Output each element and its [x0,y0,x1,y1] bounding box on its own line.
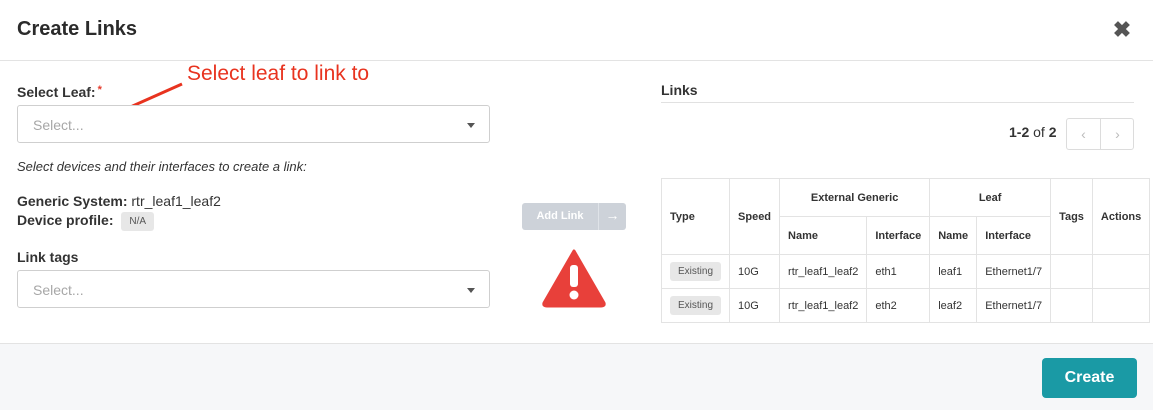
cell-leaf-name: leaf1 [929,254,978,289]
links-title: Links [661,82,698,98]
link-tags-label: Link tags [17,249,79,265]
cell-tags [1050,288,1093,323]
cell-ext-name: rtr_leaf1_leaf2 [779,254,868,289]
cell-ext-name: rtr_leaf1_leaf2 [779,288,868,323]
cell-speed: 10G [729,254,781,289]
table-row: Existing 10G rtr_leaf1_leaf2 eth1 leaf1 … [660,254,1151,289]
add-link-button[interactable]: Add Link → [522,203,626,230]
links-divider [661,102,1134,103]
col-actions: Actions [1091,178,1151,255]
add-link-label: Add Link [536,210,584,222]
col-type[interactable]: Type [660,178,731,255]
type-badge: Existing [670,296,722,315]
col-ext-interface[interactable]: Interface [866,216,931,255]
instructions-text: Select devices and their interfaces to c… [17,159,307,174]
col-tags: Tags [1050,178,1093,255]
col-leaf-name[interactable]: Name [929,216,978,255]
select-leaf-placeholder: Select... [33,117,84,133]
arrow-right-icon: → [605,207,620,223]
link-tags-dropdown[interactable]: Select... [17,270,490,308]
generic-system-value: rtr_leaf1_leaf2 [131,193,221,209]
generic-system-line: Generic System: rtr_leaf1_leaf2 [17,193,221,209]
select-leaf-label: Select Leaf: * [17,84,102,100]
col-ext-name[interactable]: Name [779,216,868,255]
device-profile-line: Device profile: N/A [17,212,155,231]
col-external-generic: External Generic [779,178,931,217]
cell-ext-interface: eth2 [866,288,931,323]
modal-footer: Create [0,343,1153,410]
required-mark: * [97,84,102,96]
cell-actions [1091,254,1151,289]
pagination-controls: ‹ › [1066,118,1134,150]
chevron-down-icon [467,123,475,128]
links-table: Type Speed External Generic Leaf Tags Ac… [660,178,1151,323]
cell-actions [1091,288,1151,323]
device-profile-badge: N/A [121,212,155,231]
cell-speed: 10G [729,288,781,323]
cell-leaf-name: leaf2 [929,288,978,323]
link-tags-placeholder: Select... [33,282,84,298]
create-button[interactable]: Create [1042,358,1137,398]
col-leaf-interface[interactable]: Interface [976,216,1052,255]
type-badge: Existing [670,262,722,281]
select-leaf-dropdown[interactable]: Select... [17,105,490,143]
cell-ext-interface: eth1 [866,254,931,289]
col-leaf: Leaf [929,178,1052,217]
prev-page-button[interactable]: ‹ [1067,119,1100,149]
warning-icon [542,249,606,308]
col-speed[interactable]: Speed [729,178,781,255]
pagination-text: 1-2 of 2 [1009,124,1057,140]
cell-leaf-interface: Ethernet1/7 [976,288,1052,323]
chevron-down-icon [467,288,475,293]
table-row: Existing 10G rtr_leaf1_leaf2 eth2 leaf2 … [660,288,1151,323]
cell-tags [1050,254,1093,289]
cell-leaf-interface: Ethernet1/7 [976,254,1052,289]
next-page-button[interactable]: › [1101,119,1134,149]
